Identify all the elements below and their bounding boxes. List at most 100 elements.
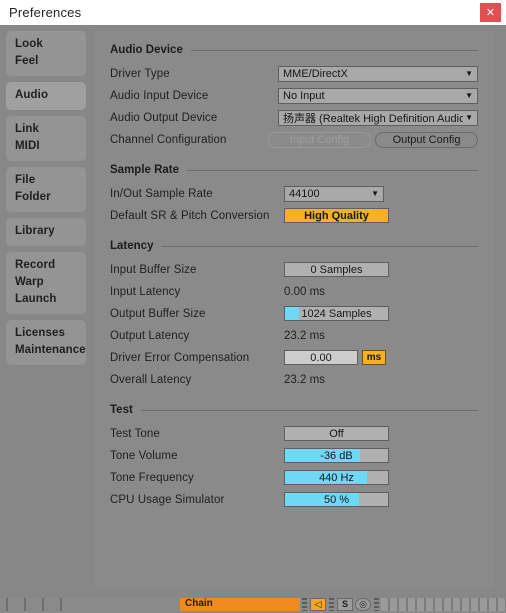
row-label: Driver Type (110, 67, 170, 80)
section-sample-rate: Sample Rate In/Out Sample Rate 44100 ▼ D… (94, 151, 494, 226)
row-label: Overall Latency (110, 373, 192, 386)
row-driver-error-compensation: Driver Error Compensation 0.00 ms (110, 347, 478, 368)
dialog-body: Look Feel Audio Link MIDI File Folder Li… (0, 25, 506, 598)
section-title: Sample Rate (110, 164, 180, 176)
sidebar-item-label: Maintenance (15, 344, 86, 356)
audio-output-device-value: 扬声器 (Realtek High Definition Audio) (283, 112, 463, 125)
drag-dots-icon (302, 597, 307, 611)
section-header: Sample Rate (110, 151, 478, 183)
cpu-usage-simulator-slider[interactable]: 50 % (284, 492, 389, 507)
input-config-button: Input Config (268, 131, 371, 148)
section-header: Latency (110, 227, 478, 259)
ruler-tick (24, 597, 26, 611)
row-audio-output-device: Audio Output Device 扬声器 (Realtek High De… (110, 107, 478, 128)
settings-panel: Audio Device Driver Type MME/DirectX ▼ A… (94, 31, 494, 588)
tone-volume-slider[interactable]: -36 dB (284, 448, 389, 463)
row-label: Input Latency (110, 285, 181, 298)
sidebar-item-label: Look (15, 38, 43, 50)
row-overall-latency: Overall Latency 23.2 ms (110, 369, 478, 390)
row-label: Audio Input Device (110, 89, 209, 102)
chevron-down-icon: ▼ (465, 91, 473, 100)
section-header: Audio Device (110, 31, 478, 63)
chevron-down-icon: ▼ (371, 189, 379, 198)
sidebar-item-audio[interactable]: Audio (6, 82, 86, 110)
row-label: Input Buffer Size (110, 263, 197, 276)
sidebar-item-label: Warp (15, 276, 44, 288)
row-channel-configuration: Channel Configuration Input Config Outpu… (110, 129, 478, 150)
row-audio-input-device: Audio Input Device No Input ▼ (110, 85, 478, 106)
sidebar-item-library[interactable]: Library (6, 218, 86, 246)
audio-output-device-select[interactable]: 扬声器 (Realtek High Definition Audio) ▼ (278, 109, 478, 126)
sidebar-item-label: Library (15, 225, 55, 237)
output-buffer-size-value: 1024 Samples (301, 307, 372, 320)
audio-input-device-select[interactable]: No Input ▼ (278, 87, 478, 104)
audio-input-device-value: No Input (283, 89, 325, 102)
input-latency-value: 0.00 ms (284, 285, 325, 298)
screen: Chain ◁ S ◎ Preferences ✕ Look Feel Audi… (0, 0, 506, 613)
window-title: Preferences (9, 5, 82, 20)
row-input-buffer-size: Input Buffer Size 0 Samples (110, 259, 478, 280)
default-sr-pitch-conversion-button[interactable]: High Quality (284, 208, 389, 223)
test-tone-toggle[interactable]: Off (284, 426, 389, 441)
section-rule (161, 245, 478, 247)
sidebar-item-label: Link (15, 123, 40, 135)
input-buffer-size-slider[interactable]: 0 Samples (284, 262, 389, 277)
test-tone-value: Off (329, 427, 344, 440)
row-label: Tone Frequency (110, 471, 194, 484)
sidebar-item-label: Record (15, 259, 56, 271)
driver-error-compensation-input[interactable]: 0.00 (284, 350, 358, 365)
row-label: Channel Configuration (110, 133, 227, 146)
sidebar-item-label: Feel (15, 55, 39, 67)
cpu-usage-simulator-value: 50 % (323, 493, 350, 506)
solo-button[interactable]: S (337, 597, 353, 611)
drag-dots-icon (374, 597, 379, 611)
sidebar-item-label: Licenses (15, 327, 66, 339)
in-out-sample-rate-value: 44100 (289, 187, 320, 200)
chevron-down-icon: ▼ (465, 69, 473, 78)
sidebar-item-licenses-maintenance[interactable]: Licenses Maintenance (6, 320, 86, 365)
row-label: Audio Output Device (110, 111, 218, 124)
tone-frequency-slider[interactable]: 440 Hz (284, 470, 389, 485)
preferences-window: Preferences ✕ Look Feel Audio Link MIDI … (0, 0, 506, 598)
sidebar-item-label: File (15, 174, 36, 186)
row-label: Driver Error Compensation (110, 351, 250, 364)
row-label: Output Buffer Size (110, 307, 206, 320)
row-label: In/Out Sample Rate (110, 187, 213, 200)
row-cpu-usage-simulator: CPU Usage Simulator 50 % (110, 489, 478, 510)
record-arm-icon[interactable]: ◎ (355, 597, 371, 611)
driver-type-select[interactable]: MME/DirectX ▼ (278, 65, 478, 82)
sidebar-item-link-midi[interactable]: Link MIDI (6, 116, 86, 161)
row-default-sr-pitch-conversion: Default SR & Pitch Conversion High Quali… (110, 205, 478, 226)
row-label: Tone Volume (110, 449, 178, 462)
row-label: CPU Usage Simulator (110, 493, 225, 506)
ruler-tick (42, 597, 44, 611)
tone-frequency-value: 440 Hz (319, 471, 354, 484)
output-buffer-size-slider[interactable]: 1024 Samples (284, 306, 389, 321)
section-test: Test Test Tone Off Tone Volume -36 dB To… (94, 391, 494, 510)
section-rule (140, 409, 478, 411)
section-header: Test (110, 391, 478, 423)
ruler-tick (60, 597, 62, 611)
row-output-buffer-size: Output Buffer Size 1024 Samples (110, 303, 478, 324)
drag-dots-icon (329, 597, 334, 611)
sidebar-item-file-folder[interactable]: File Folder (6, 167, 86, 212)
chain-clip[interactable]: Chain (180, 597, 300, 611)
row-output-latency: Output Latency 23.2 ms (110, 325, 478, 346)
section-latency: Latency Input Buffer Size 0 Samples Inpu… (94, 227, 494, 390)
row-tone-frequency: Tone Frequency 440 Hz (110, 467, 478, 488)
section-title: Latency (110, 240, 154, 252)
in-out-sample-rate-select[interactable]: 44100 ▼ (284, 185, 384, 202)
background-mixer-bars (381, 597, 506, 611)
section-rule (190, 49, 478, 51)
speaker-icon[interactable]: ◁ (310, 597, 326, 611)
output-config-button[interactable]: Output Config (375, 131, 478, 148)
sidebar-item-look-feel[interactable]: Look Feel (6, 31, 86, 76)
sidebar-item-label: MIDI (15, 140, 40, 152)
sidebar-item-record-warp-launch[interactable]: Record Warp Launch (6, 252, 86, 314)
section-title: Audio Device (110, 44, 183, 56)
driver-error-compensation-unit[interactable]: ms (362, 350, 386, 365)
close-icon[interactable]: ✕ (480, 3, 501, 22)
row-label: Default SR & Pitch Conversion (110, 209, 270, 222)
title-bar: Preferences ✕ (0, 0, 506, 25)
row-tone-volume: Tone Volume -36 dB (110, 445, 478, 466)
